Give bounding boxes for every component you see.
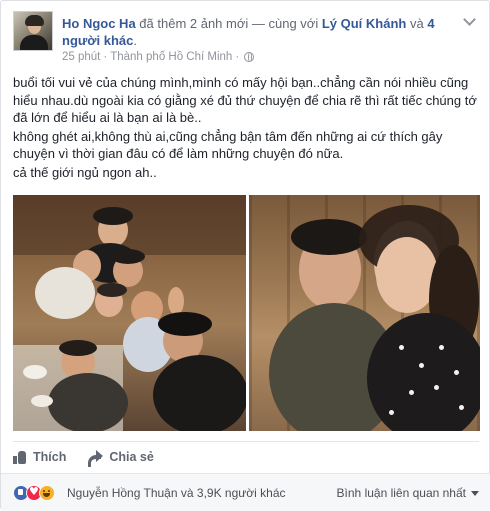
tagged-end: . [133,33,138,48]
reaction-icons[interactable] [13,485,55,501]
reactor-name[interactable]: Nguyễn Hồng Thuận [67,486,178,500]
post-timestamp[interactable]: 25 phút [62,51,100,63]
comment-sort-dropdown[interactable]: Bình luận liên quan nhất [337,486,479,500]
reaction-joiner: và [180,486,194,500]
action-text: đã thêm 2 ảnh mới — cùng với [139,16,319,31]
post-headline: Ho Ngoc Ha đã thêm 2 ảnh mới — cùng với … [62,15,472,49]
post-body: buổi tối vui vẻ của chúng mình,mình có m… [13,74,483,182]
like-label: Thích [33,449,67,464]
post-location[interactable]: Thành phố Hồ Chí Minh [110,51,232,63]
reactions-bar: Nguyễn Hồng Thuận và 3,9K người khác Bìn… [1,473,490,511]
post-paragraph: không ghét ai,không thù ai,cũng chẳng bậ… [13,128,443,162]
share-arrow-icon [88,450,104,467]
couple-photo[interactable] [249,195,480,431]
post-paragraph: buổi tối vui vẻ của chúng mình,mình có m… [13,75,477,125]
avatar-hair-shape [25,15,44,26]
photo-grid [13,195,480,431]
reaction-count[interactable]: 3,9K người khác [197,486,286,500]
meta-separator: · [103,51,108,63]
post-actions: Thích Chia sẻ [13,441,479,471]
post-card: Ho Ngoc Ha đã thêm 2 ảnh mới — cùng với … [0,0,490,511]
thumbs-up-icon [13,450,27,464]
author-avatar[interactable] [13,11,53,51]
chevron-down-icon[interactable] [463,15,477,25]
avatar-body-shape [20,35,48,50]
caret-down-icon [471,490,479,496]
haha-reaction-icon [39,485,55,501]
author-name-link[interactable]: Ho Ngoc Ha [62,16,136,31]
tagged-person-link[interactable]: Lý Quí Khánh [322,16,407,31]
tagged-joiner: và [409,16,424,31]
meta-separator-2: · [235,51,240,63]
reaction-summary[interactable]: Nguyễn Hồng Thuận và 3,9K người khác [67,486,286,500]
group-photo[interactable] [13,195,246,431]
post-paragraph: cả thế giới ngủ ngon ah.. [13,164,157,180]
comment-sort-label: Bình luận liên quan nhất [336,486,466,500]
share-label: Chia sẻ [109,449,154,464]
post-header: Ho Ngoc Ha đã thêm 2 ảnh mới — cùng với … [13,11,479,67]
post-meta: 25 phút · Thành phố Hồ Chí Minh · [62,51,255,63]
share-button[interactable]: Chia sẻ [88,449,154,467]
globe-icon[interactable] [244,52,255,62]
like-button[interactable]: Thích [13,450,66,464]
